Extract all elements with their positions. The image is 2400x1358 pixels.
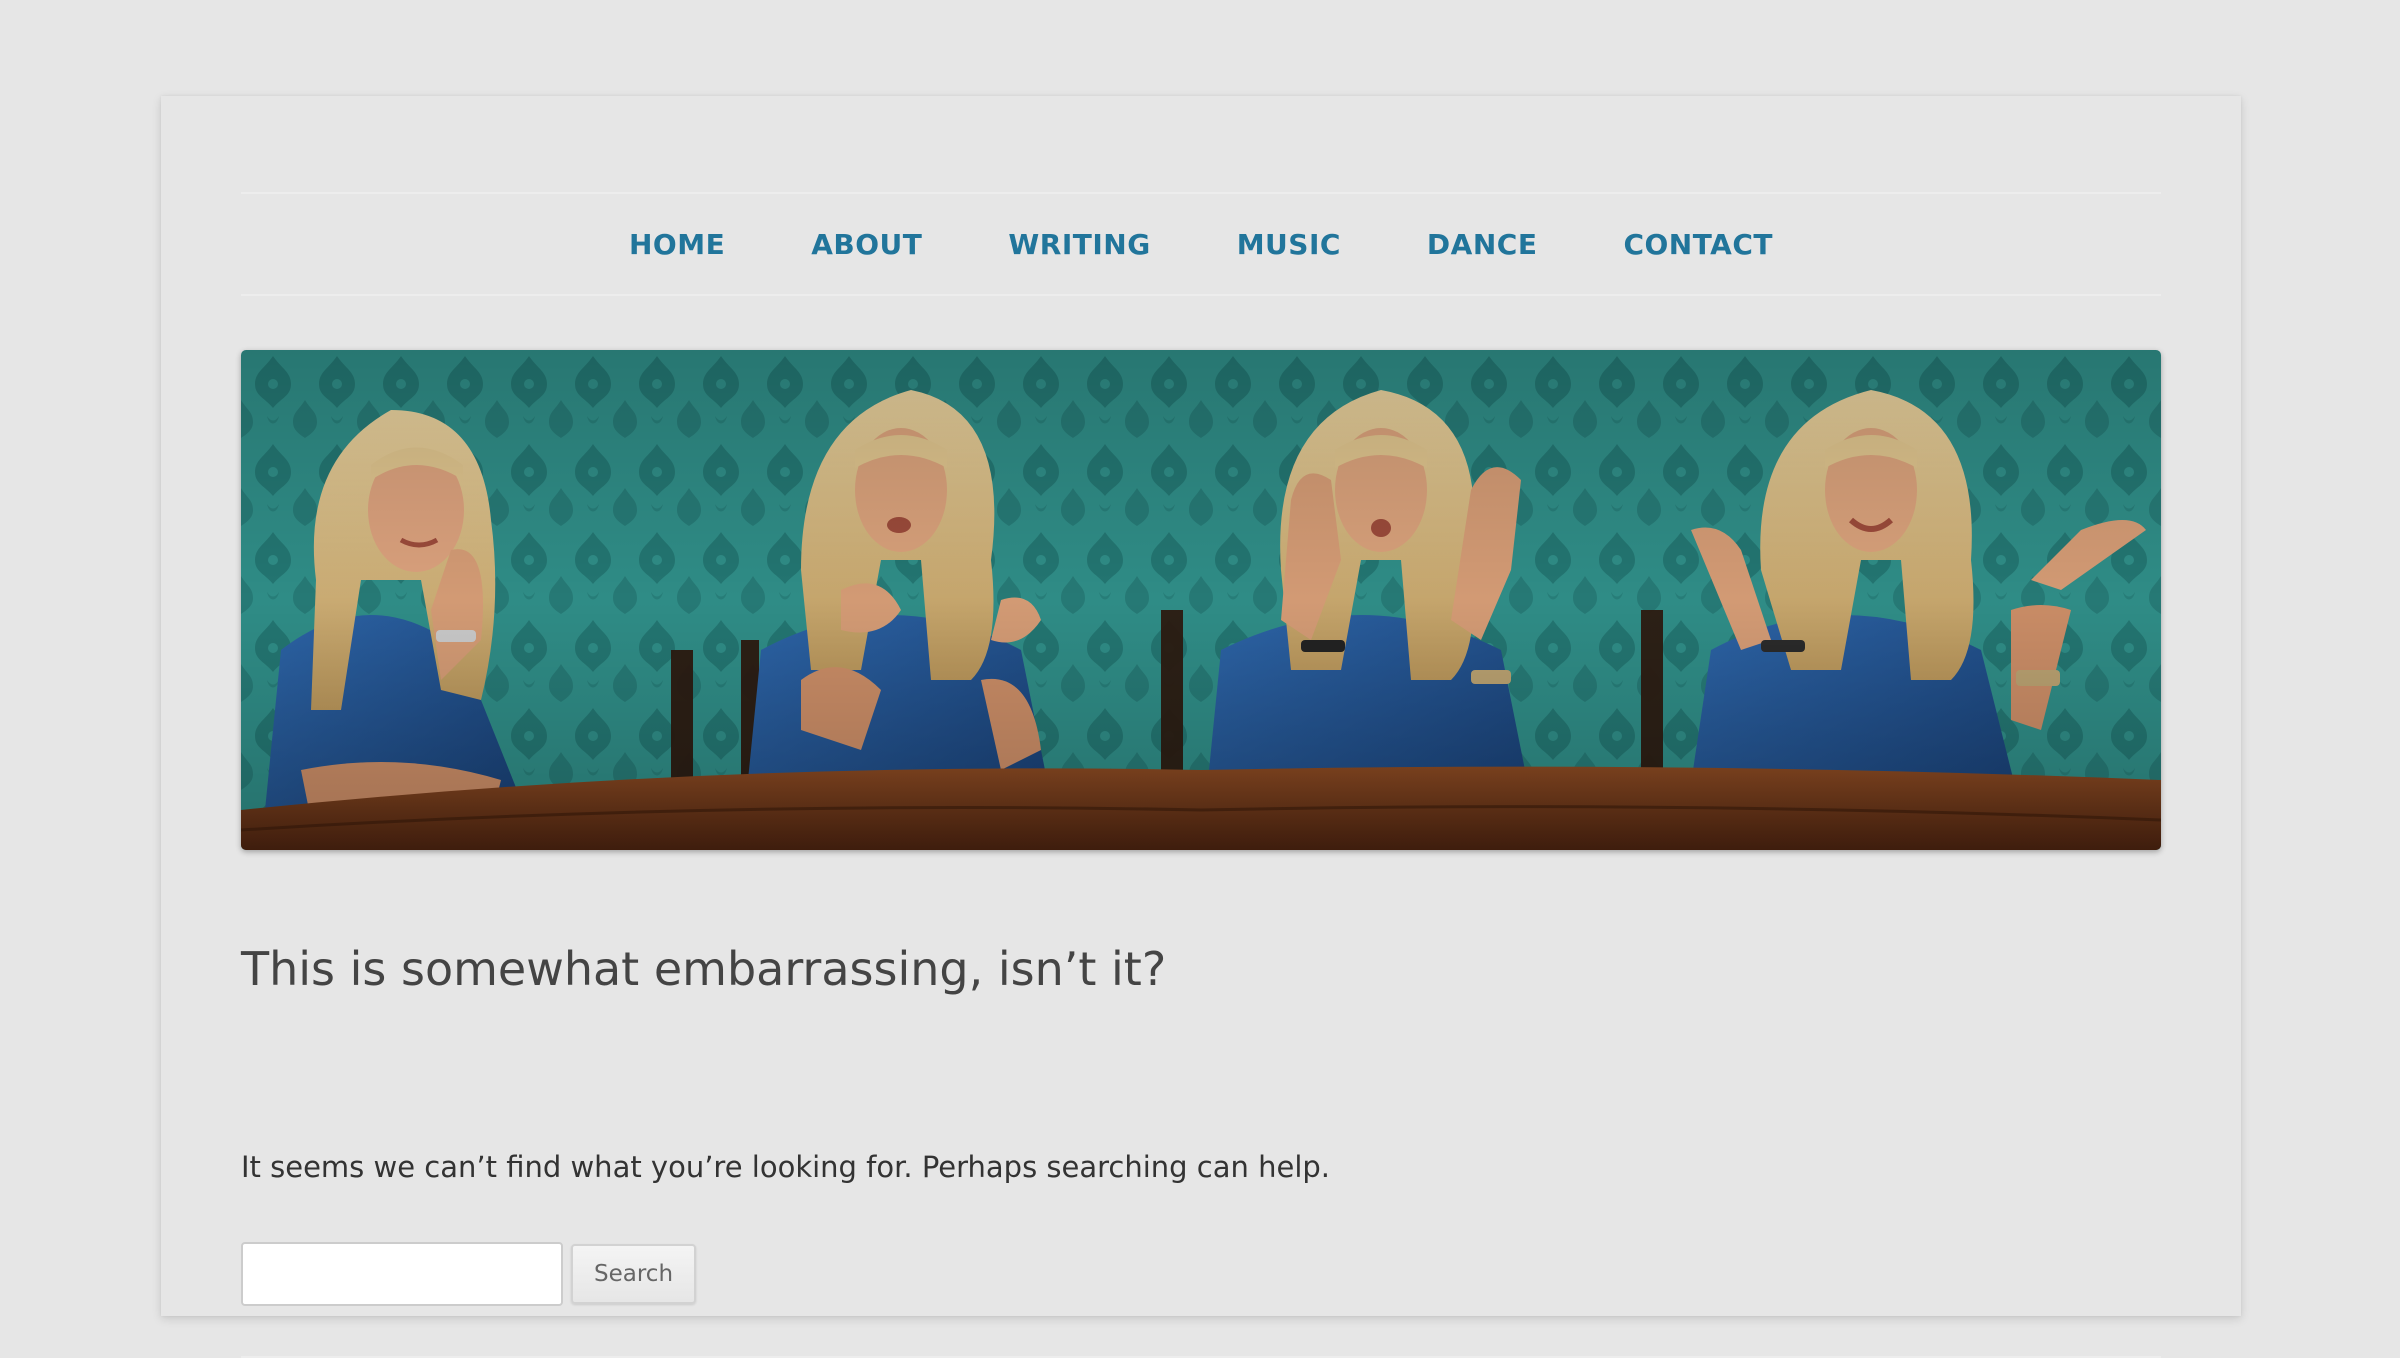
nav-item-contact[interactable]: CONTACT (1623, 228, 1773, 261)
search-button[interactable]: Search (571, 1244, 697, 1304)
nav-item-home[interactable]: HOME (629, 228, 725, 261)
search-input[interactable] (241, 1242, 563, 1306)
header-image[interactable] (241, 350, 2161, 850)
site-page: HOME ABOUT WRITING MUSIC DANCE CONTACT T… (161, 96, 2241, 1358)
nav-item-dance[interactable]: DANCE (1427, 228, 1538, 261)
nav-item-about[interactable]: ABOUT (811, 228, 922, 261)
nav-item-music[interactable]: MUSIC (1237, 228, 1341, 261)
nav-item-writing[interactable]: WRITING (1008, 228, 1150, 261)
page-title: This is somewhat embarrassing, isn’t it? (241, 942, 1167, 996)
search-form: Search (241, 1242, 697, 1306)
not-found-message: It seems we can’t find what you’re looki… (241, 1150, 1331, 1184)
main-navigation: HOME ABOUT WRITING MUSIC DANCE CONTACT (241, 192, 2161, 296)
nav-menu: HOME ABOUT WRITING MUSIC DANCE CONTACT (241, 194, 2161, 294)
